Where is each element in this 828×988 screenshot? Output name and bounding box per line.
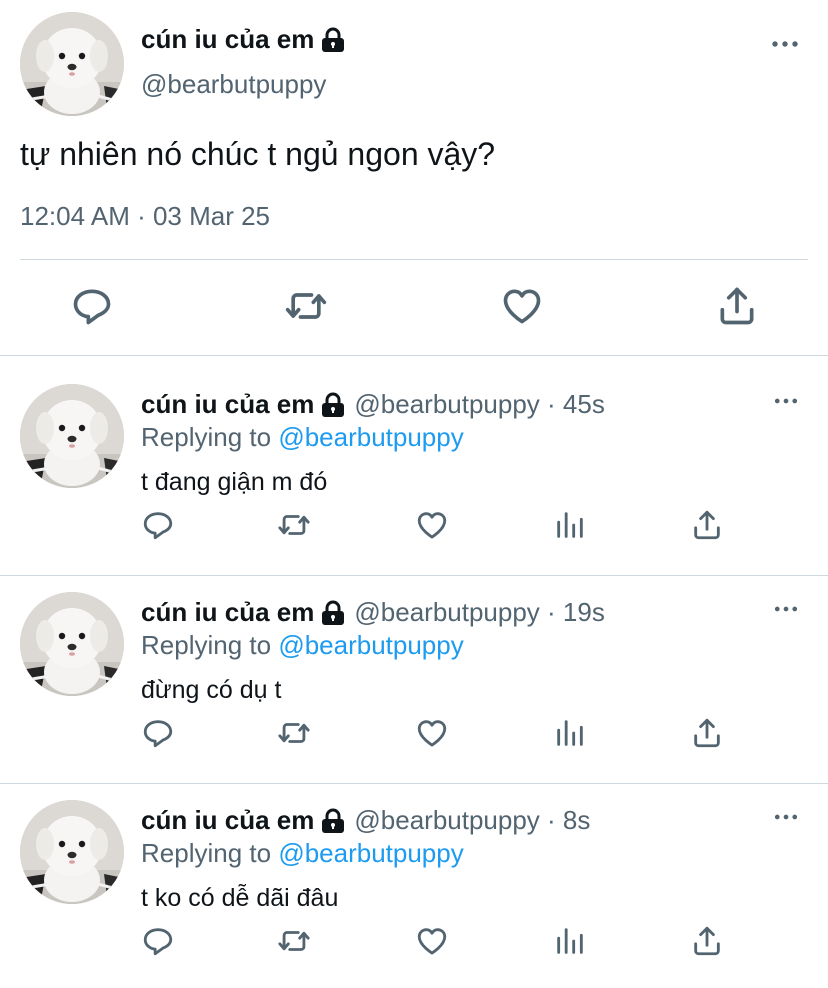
retweet-button[interactable] xyxy=(277,716,311,750)
like-button[interactable] xyxy=(415,508,449,542)
like-button[interactable] xyxy=(415,716,449,750)
tweet-actions xyxy=(0,716,828,752)
author-handle[interactable]: @bearbutpuppy xyxy=(141,69,326,100)
author-handle-time[interactable]: @bearbutpuppy · 19s xyxy=(354,597,604,628)
more-options-icon[interactable] xyxy=(770,36,800,52)
replying-to: Replying to @bearbutpuppy xyxy=(141,630,464,661)
analytics-button[interactable] xyxy=(553,924,587,958)
reply-icon xyxy=(141,924,175,958)
analytics-button[interactable] xyxy=(553,716,587,750)
analytics-icon xyxy=(553,716,587,750)
retweet-icon xyxy=(277,716,311,750)
analytics-icon xyxy=(553,508,587,542)
avatar[interactable] xyxy=(20,592,124,696)
author-name[interactable]: cún iu của em xyxy=(141,805,314,836)
tweet-actions xyxy=(0,284,828,330)
retweet-icon xyxy=(277,508,311,542)
reply-button[interactable] xyxy=(70,284,114,328)
avatar[interactable] xyxy=(20,12,124,116)
divider xyxy=(20,259,808,260)
replying-to: Replying to @bearbutpuppy xyxy=(141,422,464,453)
reply-button[interactable] xyxy=(141,716,175,750)
share-icon xyxy=(690,924,724,958)
like-icon xyxy=(415,716,449,750)
mention-link[interactable]: @bearbutpuppy xyxy=(278,422,463,452)
lock-icon xyxy=(320,27,346,53)
tweet-text: tự nhiên nó chúc t ngủ ngon vậy? xyxy=(20,136,496,172)
avatar[interactable] xyxy=(20,384,124,488)
reply-icon xyxy=(70,284,114,328)
author-handle-time[interactable]: @bearbutpuppy · 45s xyxy=(354,389,604,420)
reply-icon xyxy=(141,508,175,542)
share-icon xyxy=(690,716,724,750)
tweet-text: t đang giận m đó xyxy=(141,468,328,496)
like-button[interactable] xyxy=(500,284,544,328)
share-button[interactable] xyxy=(690,508,724,542)
mention-link[interactable]: @bearbutpuppy xyxy=(278,630,463,660)
replying-prefix: Replying to xyxy=(141,630,272,660)
replying-prefix: Replying to xyxy=(141,838,272,868)
retweet-button[interactable] xyxy=(284,284,328,328)
retweet-button[interactable] xyxy=(277,508,311,542)
tweet-timestamp[interactable]: 12:04 AM · 03 Mar 25 xyxy=(20,201,270,232)
lock-icon xyxy=(320,600,346,626)
like-icon xyxy=(415,924,449,958)
reply-tweet[interactable]: cún iu của em @bearbutpuppy · 8s Replyin… xyxy=(0,772,828,980)
share-button[interactable] xyxy=(690,716,724,750)
reply-button[interactable] xyxy=(141,924,175,958)
more-options-icon[interactable] xyxy=(772,810,800,824)
share-icon xyxy=(715,284,759,328)
reply-icon xyxy=(141,716,175,750)
tweet-actions xyxy=(0,508,828,544)
reply-tweet[interactable]: cún iu của em @bearbutpuppy · 19s Replyi… xyxy=(0,564,828,772)
like-icon xyxy=(415,508,449,542)
replying-prefix: Replying to xyxy=(141,422,272,452)
share-button[interactable] xyxy=(690,924,724,958)
author-handle-time[interactable]: @bearbutpuppy · 8s xyxy=(354,805,590,836)
analytics-button[interactable] xyxy=(553,508,587,542)
more-options-icon[interactable] xyxy=(772,602,800,616)
analytics-icon xyxy=(553,924,587,958)
lock-icon xyxy=(320,392,346,418)
tweet-text: đừng có dụ t xyxy=(141,676,282,704)
mention-link[interactable]: @bearbutpuppy xyxy=(278,838,463,868)
share-button[interactable] xyxy=(715,284,759,328)
like-button[interactable] xyxy=(415,924,449,958)
author-name-row[interactable]: cún iu của em xyxy=(141,24,346,55)
author-name[interactable]: cún iu của em xyxy=(141,597,314,628)
reply-header: cún iu của em @bearbutpuppy · 8s xyxy=(141,805,590,836)
main-tweet[interactable]: cún iu của em @bearbutpuppy tự nhiên nó … xyxy=(0,0,828,355)
retweet-button[interactable] xyxy=(277,924,311,958)
retweet-icon xyxy=(284,284,328,328)
reply-button[interactable] xyxy=(141,508,175,542)
more-options-icon[interactable] xyxy=(772,394,800,408)
replying-to: Replying to @bearbutpuppy xyxy=(141,838,464,869)
like-icon xyxy=(500,284,544,328)
avatar[interactable] xyxy=(20,800,124,904)
reply-header: cún iu của em @bearbutpuppy · 45s xyxy=(141,389,605,420)
tweet-actions xyxy=(0,924,828,960)
author-name[interactable]: cún iu của em xyxy=(141,24,314,55)
lock-icon xyxy=(320,808,346,834)
retweet-icon xyxy=(277,924,311,958)
reply-header: cún iu của em @bearbutpuppy · 19s xyxy=(141,597,605,628)
tweet-text: t ko có dễ dãi đâu xyxy=(141,884,339,912)
reply-tweet[interactable]: cún iu của em @bearbutpuppy · 45s Replyi… xyxy=(0,356,828,564)
share-icon xyxy=(690,508,724,542)
author-name[interactable]: cún iu của em xyxy=(141,389,314,420)
